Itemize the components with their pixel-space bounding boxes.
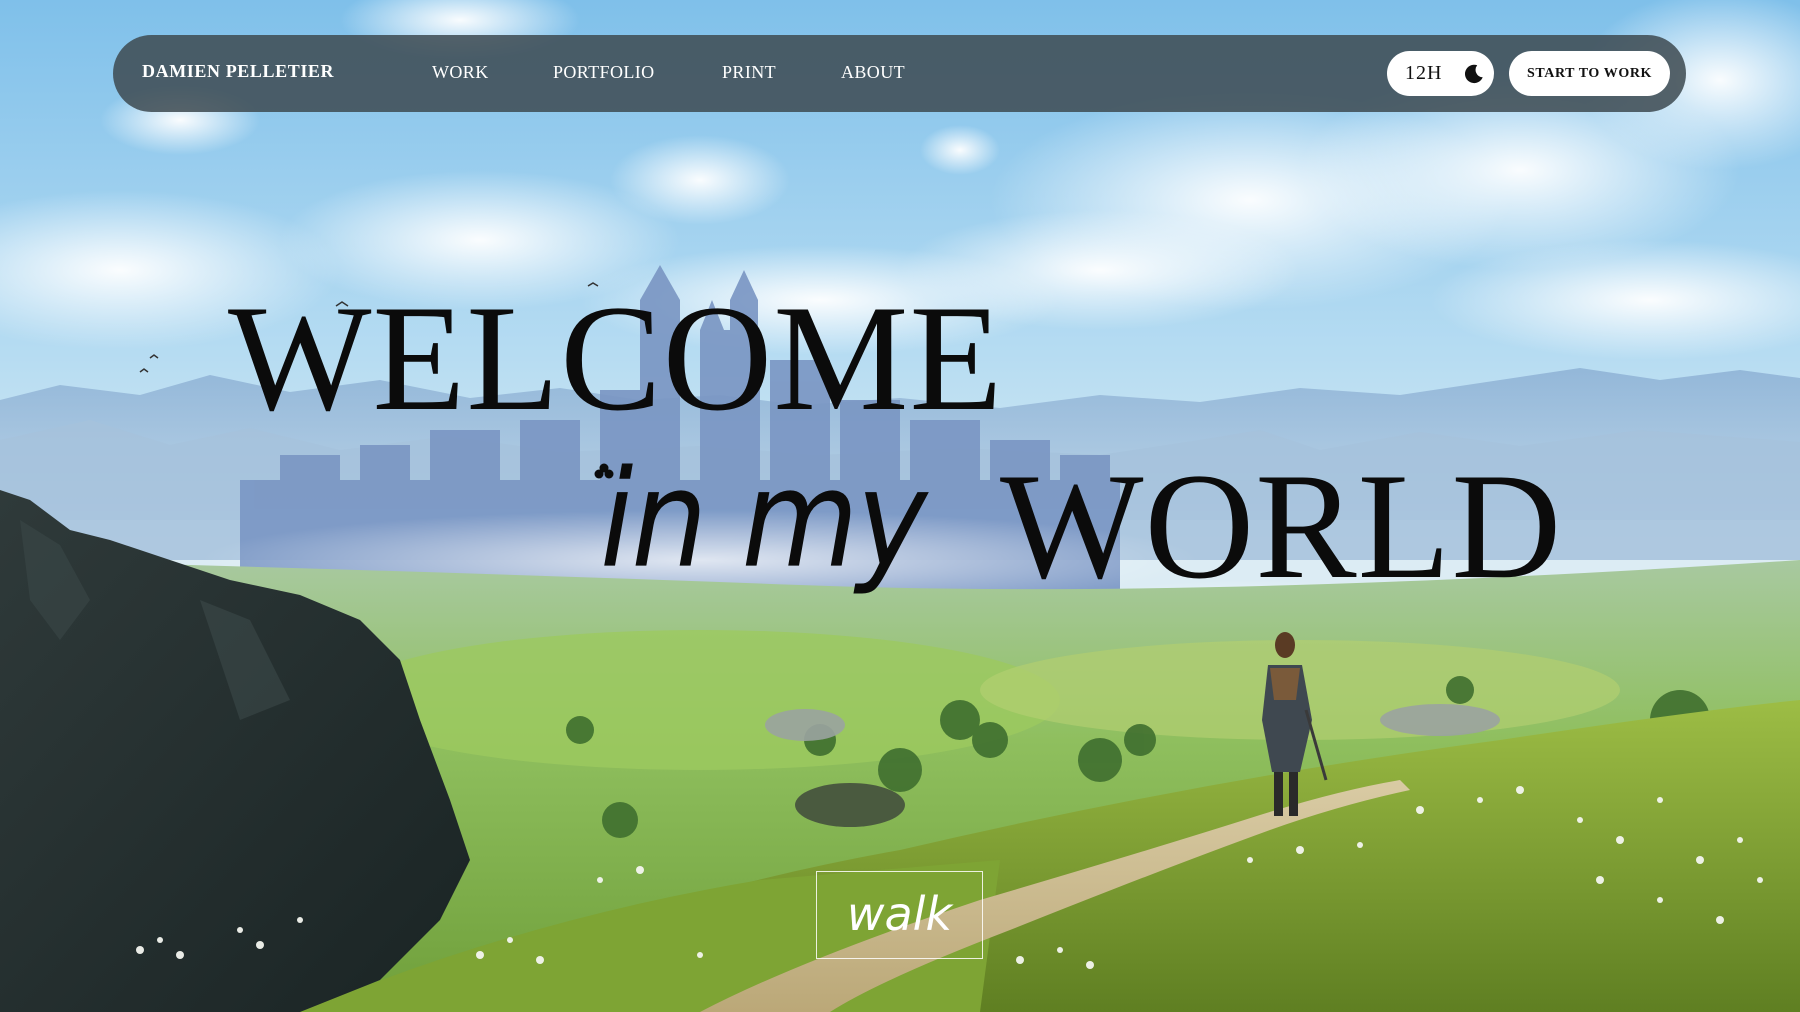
nav-link-portfolio[interactable]: PORTFOLIO [553, 62, 655, 83]
walk-button[interactable]: walk [816, 871, 983, 959]
nav-link-about[interactable]: ABOUT [841, 62, 905, 83]
hero-title-script: in my [600, 442, 927, 599]
clock-format-toggle[interactable]: 12H [1387, 51, 1494, 96]
hero-title-world: WORLD [1000, 442, 1563, 610]
start-to-work-button[interactable]: START TO WORK [1509, 51, 1670, 96]
clock-format-label: 12H [1405, 62, 1443, 84]
top-navbar: DAMIEN PELLETIER WORK PORTFOLIO PRINT AB… [113, 35, 1686, 112]
nav-link-work[interactable]: WORK [432, 62, 489, 83]
moon-icon [1464, 64, 1483, 84]
hero-title-welcome: WELCOME [228, 274, 1004, 442]
brand-name-link[interactable]: DAMIEN PELLETIER [142, 61, 334, 82]
nav-link-print[interactable]: PRINT [722, 62, 776, 83]
